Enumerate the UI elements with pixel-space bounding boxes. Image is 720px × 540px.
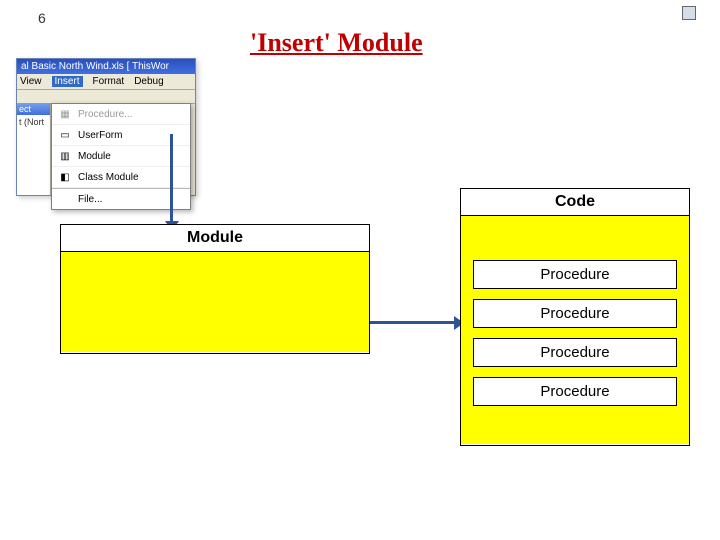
userform-icon: ▭ bbox=[58, 128, 72, 142]
project-item: t (Nort bbox=[17, 115, 50, 129]
vba-toolbar bbox=[17, 90, 195, 104]
procedure-box: Procedure bbox=[473, 260, 677, 289]
procedure-box: Procedure bbox=[473, 377, 677, 406]
connector-module-to-code-h bbox=[370, 321, 457, 324]
module-box: Module bbox=[60, 224, 370, 354]
code-body: Procedure Procedure Procedure Procedure bbox=[461, 216, 689, 444]
code-header: Code bbox=[461, 189, 689, 216]
slide-number: 6 bbox=[38, 10, 46, 26]
module-icon: ▥ bbox=[58, 149, 72, 163]
module-header: Module bbox=[61, 225, 369, 252]
vba-menubar: View Insert Format Debug bbox=[17, 74, 195, 90]
dropdown-label: Module bbox=[78, 151, 111, 162]
menu-view[interactable]: View bbox=[20, 76, 42, 87]
code-box: Code Procedure Procedure Procedure Proce… bbox=[460, 188, 690, 446]
menu-insert[interactable]: Insert bbox=[52, 76, 83, 87]
class-module-icon: ◧ bbox=[58, 170, 72, 184]
dropdown-label: File... bbox=[78, 194, 102, 205]
vba-window-title: al Basic North Wind.xls [ ThisWor bbox=[17, 59, 195, 74]
file-icon bbox=[58, 192, 72, 206]
procedure-icon: ▦ bbox=[58, 107, 72, 121]
dropdown-item-procedure[interactable]: ▦ Procedure... bbox=[52, 104, 190, 125]
menu-format[interactable]: Format bbox=[93, 76, 125, 87]
connector-dropdown-to-module bbox=[170, 134, 173, 224]
dropdown-label: Class Module bbox=[78, 172, 139, 183]
procedure-box: Procedure bbox=[473, 338, 677, 367]
module-body bbox=[61, 252, 369, 352]
project-header: ect bbox=[17, 103, 50, 115]
dropdown-label: Procedure... bbox=[78, 109, 132, 120]
vba-project-panel: ect t (Nort bbox=[17, 103, 51, 195]
menu-debug[interactable]: Debug bbox=[134, 76, 163, 87]
corner-box bbox=[682, 6, 696, 20]
vba-editor-screenshot: al Basic North Wind.xls [ ThisWor View I… bbox=[16, 58, 196, 196]
procedure-box: Procedure bbox=[473, 299, 677, 328]
dropdown-label: UserForm bbox=[78, 130, 122, 141]
page-title: 'Insert' Module bbox=[250, 28, 423, 58]
